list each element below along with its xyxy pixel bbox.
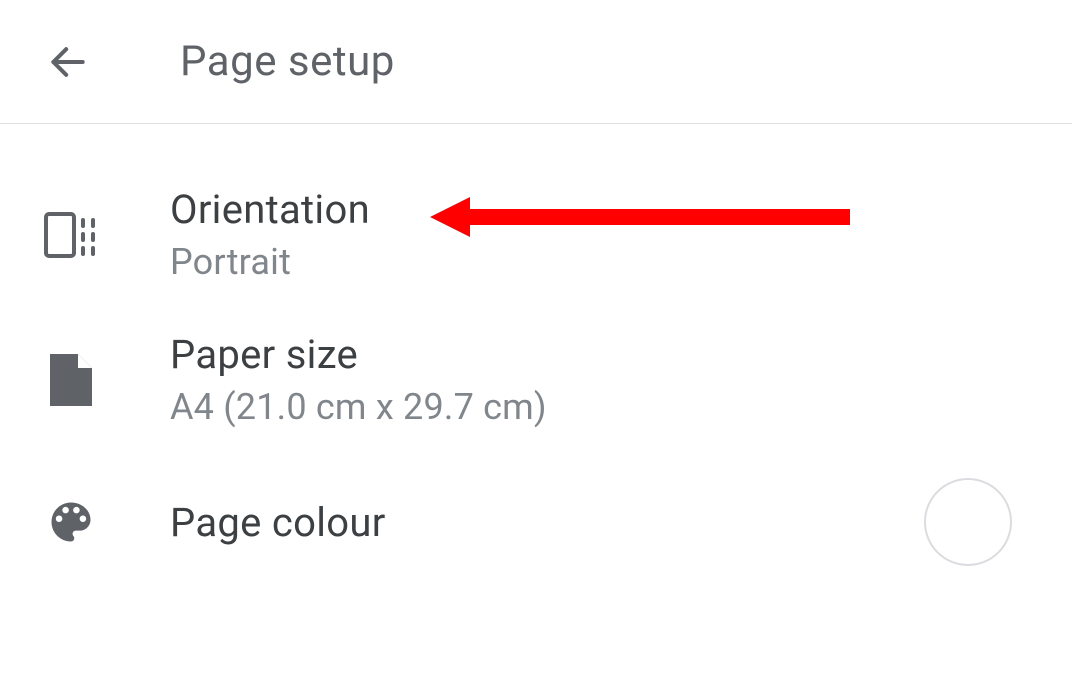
setting-text-block: Paper size A4 (21.0 cm x 29.7 cm) [170, 331, 1032, 428]
orientation-icon [42, 211, 100, 259]
page-title: Page setup [180, 37, 395, 86]
setting-orientation[interactable]: Orientation Portrait [0, 162, 1072, 307]
orientation-value: Portrait [170, 241, 1032, 283]
setting-page-colour[interactable]: Page colour [0, 452, 1072, 592]
paper-size-label: Paper size [170, 331, 1032, 378]
setting-text-block: Page colour [170, 499, 924, 546]
setting-paper-size[interactable]: Paper size A4 (21.0 cm x 29.7 cm) [0, 307, 1072, 452]
paper-size-icon [42, 354, 100, 406]
header-bar: Page setup [0, 0, 1072, 124]
arrow-left-icon [46, 40, 90, 84]
paper-size-value: A4 (21.0 cm x 29.7 cm) [170, 386, 1032, 428]
back-button[interactable] [44, 38, 92, 86]
settings-list: Orientation Portrait Paper size A4 (21.0… [0, 124, 1072, 592]
page-colour-label: Page colour [170, 499, 924, 546]
orientation-label: Orientation [170, 186, 1032, 233]
setting-text-block: Orientation Portrait [170, 186, 1032, 283]
palette-icon [42, 496, 100, 548]
page-colour-swatch[interactable] [924, 478, 1012, 566]
